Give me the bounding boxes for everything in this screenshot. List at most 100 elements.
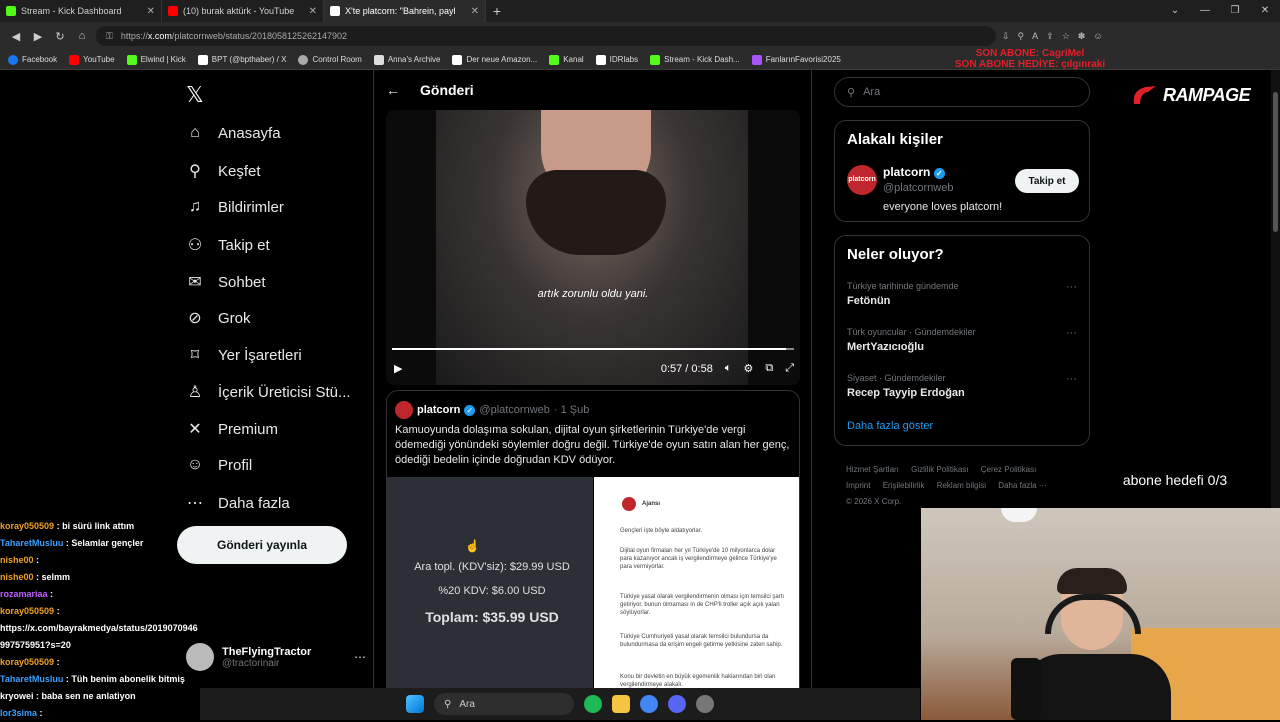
bookmark-item[interactable]: FanlarınFavorisi2025	[751, 54, 841, 65]
windows-start-icon[interactable]	[406, 695, 424, 713]
back-arrow-icon[interactable]: ←	[386, 82, 400, 98]
bookmark-icon[interactable]: ☆	[1062, 31, 1070, 42]
x-logo-icon[interactable]: 𝕏	[186, 82, 204, 108]
quoted-image-statement[interactable]: Ajansı Gençleri işte böyle aldatıyorlar.…	[594, 477, 799, 720]
show-more-link[interactable]: Daha fazla göster	[847, 420, 933, 432]
trend-item[interactable]: Türk oyuncular · Gündemdekiler MertYazıc…	[847, 327, 1077, 353]
volume-icon[interactable]: 🔈︎	[725, 362, 732, 375]
chat-username[interactable]: nishe00	[0, 572, 34, 582]
avatar[interactable]: platcorn	[847, 165, 877, 195]
nav-item-grok[interactable]: ⊘ Grok	[186, 308, 250, 328]
nav-item-follow[interactable]: ⚇ Takip et	[186, 235, 270, 255]
more-icon[interactable]: ···	[1066, 281, 1077, 293]
chat-username[interactable]: koray050509	[0, 657, 54, 667]
reload-icon[interactable]: ↻	[52, 30, 68, 43]
quoted-author-name[interactable]: platcorn	[417, 404, 460, 416]
footer-link[interactable]: Hizmet Şartları	[846, 465, 899, 474]
quoted-post[interactable]: platcorn ✓ @platcornweb · 1 Şub Kamuoyun…	[386, 390, 800, 720]
video-progress-bar[interactable]	[392, 348, 794, 350]
back-icon[interactable]: ◀	[8, 30, 24, 43]
restore-icon[interactable]: ❐	[1220, 0, 1250, 22]
extensions-icon[interactable]: ✽	[1078, 31, 1086, 42]
chat-username[interactable]: TaharetMusluu	[0, 674, 63, 684]
profile-icon[interactable]: ☺	[1093, 31, 1102, 41]
follow-button[interactable]: Takip et	[1015, 169, 1079, 193]
bookmark-item[interactable]: BPT (@bpthaber) / X	[197, 54, 286, 65]
nav-item-creator-studio[interactable]: ♙ İçerik Üreticisi Stü...	[186, 382, 351, 402]
bookmark-item[interactable]: Der neue Amazon...	[452, 54, 537, 65]
scrollbar-thumb[interactable]	[1273, 92, 1278, 232]
chat-username[interactable]: koray050509	[0, 521, 54, 531]
home-icon[interactable]: ⌂	[74, 30, 90, 42]
browser-tab[interactable]: (10) burak aktürk - YouTube ✕	[162, 0, 324, 22]
share-icon[interactable]: ⇪	[1046, 31, 1054, 42]
taskbar-search[interactable]: ⚲ Ara	[434, 693, 574, 715]
browser-tab-active[interactable]: X'te platcorn: "Bahrein, payla ✕	[324, 0, 486, 22]
nav-item-profile[interactable]: ☺ Profil	[186, 456, 252, 474]
settings-gear-icon[interactable]: ⚙	[743, 362, 753, 375]
zoom-icon[interactable]: ⚲	[1018, 31, 1025, 42]
forward-icon[interactable]: ▶	[30, 30, 46, 43]
trend-item[interactable]: Siyaset · Gündemdekiler Recep Tayyip Erd…	[847, 373, 1077, 399]
bookmark-item[interactable]: Elwind | Kick	[126, 54, 186, 65]
nav-item-more[interactable]: ⋯ Daha fazla	[186, 493, 290, 513]
trend-item[interactable]: Türkiye tarihinde gündemde Fetönün ···	[847, 281, 1077, 307]
close-icon[interactable]: ✕	[309, 6, 317, 17]
new-tab-button[interactable]: +	[486, 3, 508, 19]
bookmark-label: Kanal	[563, 55, 584, 64]
bookmark-item[interactable]: Anna's Archive	[373, 54, 440, 65]
bookmark-item[interactable]: Kanal	[549, 54, 584, 65]
footer-link[interactable]: Çerez Politikası	[981, 465, 1037, 474]
more-icon[interactable]: ···	[1066, 327, 1077, 339]
chat-text: :	[56, 606, 60, 616]
pip-icon[interactable]: ⧉	[765, 362, 773, 375]
chat-username[interactable]: kryowei	[0, 691, 34, 701]
discord-icon[interactable]	[668, 695, 686, 713]
browser-tab[interactable]: Stream - Kick Dashboard ✕	[0, 0, 162, 22]
nav-item-home[interactable]: ⌂ Anasayfa	[186, 124, 280, 142]
bookmark-item[interactable]: Facebook	[8, 54, 57, 65]
chat-username[interactable]: koray050509	[0, 606, 54, 616]
search-input[interactable]: ⚲ Ara	[834, 77, 1090, 107]
nav-item-notifications[interactable]: ♫ Bildirimler	[186, 198, 284, 216]
minimize-icon[interactable]: —	[1190, 0, 1220, 22]
footer-link[interactable]: Daha fazla ···	[998, 481, 1046, 490]
nav-item-bookmarks[interactable]: ⌑ Yer İşaretleri	[186, 345, 302, 365]
quoted-image-receipt[interactable]: Ara topl. (KDV'siz): $29.99 USD %20 KDV:…	[387, 477, 593, 720]
folder-icon[interactable]	[612, 695, 630, 713]
chat-username[interactable]: rozamariaa	[0, 589, 48, 599]
translate-icon[interactable]: A	[1032, 31, 1038, 41]
nav-item-chat[interactable]: ✉ Sohbet	[186, 272, 265, 292]
nav-item-explore[interactable]: ⚲ Keşfet	[186, 161, 260, 181]
chat-username[interactable]: nishe00	[0, 555, 34, 565]
chevron-down-icon[interactable]: ⌄	[1160, 0, 1190, 22]
chrome-icon[interactable]	[640, 695, 658, 713]
bookmark-item[interactable]: Control Room	[298, 54, 362, 65]
nav-item-premium[interactable]: ✕ Premium	[186, 419, 278, 439]
close-icon[interactable]: ✕	[147, 6, 155, 17]
chat-username[interactable]: lor3sima	[0, 708, 37, 718]
play-icon[interactable]: ▶	[394, 362, 402, 375]
more-icon[interactable]: ⋯	[354, 650, 366, 664]
bookmark-item[interactable]: YouTube	[69, 54, 115, 65]
bookmark-item[interactable]: Stream - Kick Dash...	[650, 54, 740, 65]
account-switcher[interactable]: TheFlyingTractor @tractorinair ⋯	[186, 637, 366, 677]
close-window-icon[interactable]: ✕	[1250, 0, 1280, 22]
more-icon[interactable]: ···	[1066, 373, 1077, 385]
settings-gear-icon[interactable]	[696, 695, 714, 713]
fullscreen-icon[interactable]: ⤢	[785, 362, 794, 375]
spotify-icon[interactable]	[584, 695, 602, 713]
address-bar[interactable]: ⚿ https://x.com/platcornweb/status/20180…	[96, 26, 996, 46]
footer-link[interactable]: Gizlilik Politikası	[911, 465, 968, 474]
chat-username[interactable]: TaharetMusluu	[0, 538, 63, 548]
close-icon[interactable]: ✕	[471, 6, 479, 17]
person-name[interactable]: platcorn ✓	[883, 165, 945, 179]
footer-link[interactable]: Reklam bilgisi	[937, 481, 986, 490]
bookmark-item[interactable]: IDRlabs	[595, 54, 638, 65]
footer-link[interactable]: Imprint	[846, 481, 870, 490]
install-icon[interactable]: ⇩	[1002, 31, 1010, 42]
footer-link[interactable]: Erişilebilirlik	[883, 481, 925, 490]
post-button[interactable]: Gönderi yayınla	[177, 526, 347, 564]
video-player[interactable]: artık zorunlu oldu yani. ▶ 0:57 / 0:58 🔈…	[386, 110, 800, 385]
streamer	[1021, 568, 1171, 720]
